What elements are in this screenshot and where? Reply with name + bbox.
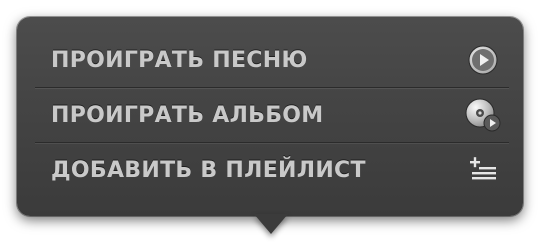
popover-pointer [254,214,288,234]
menu-item-label: ДОБАВИТЬ В ПЛЕЙЛИСТ [51,157,366,183]
menu-item-play-album[interactable]: ПРОИГРАТЬ АЛЬБОМ [35,87,509,142]
menu-item-label: ПРОИГРАТЬ ПЕСНЮ [51,47,308,73]
popover-menu: ПРОИГРАТЬ ПЕСНЮ ПРОИГРАТЬ АЛЬБОМ ДОБАВИТ… [35,33,509,197]
menu-item-play-song[interactable]: ПРОИГРАТЬ ПЕСНЮ [35,33,509,87]
album-disc-play-icon [463,95,503,135]
menu-item-add-to-playlist[interactable]: ДОБАВИТЬ В ПЛЕЙЛИСТ [35,142,509,197]
stage: ПРОИГРАТЬ ПЕСНЮ ПРОИГРАТЬ АЛЬБОМ ДОБАВИТ… [0,0,540,242]
menu-item-label: ПРОИГРАТЬ АЛЬБОМ [51,102,324,128]
play-circle-icon [463,40,503,80]
add-to-playlist-icon [463,150,503,190]
